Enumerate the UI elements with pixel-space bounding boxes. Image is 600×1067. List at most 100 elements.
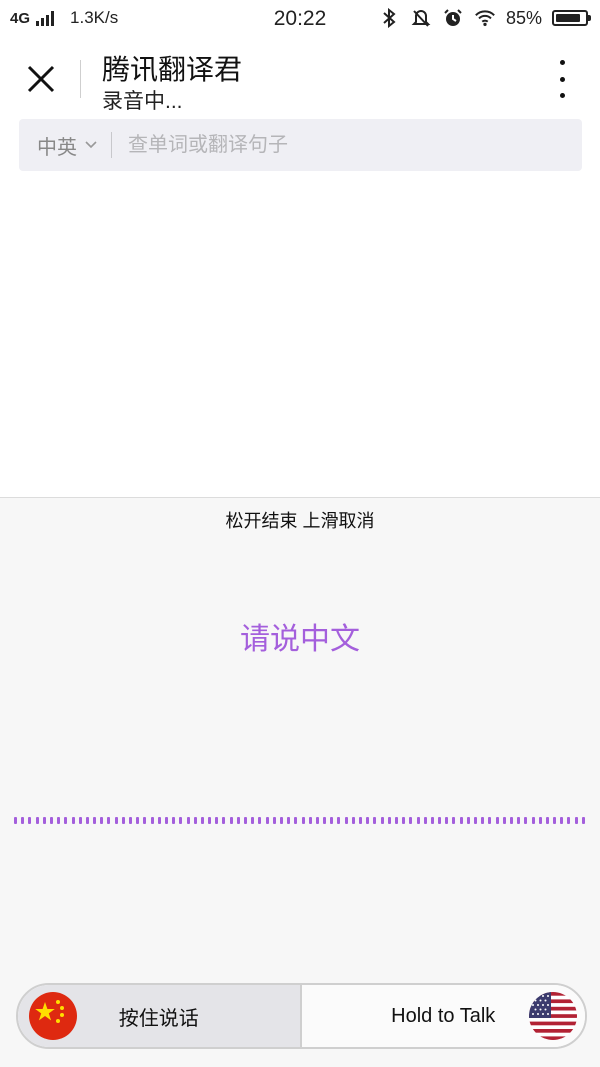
waveform-bar [57, 816, 61, 824]
recording-hint: 松开结束 上滑取消 [225, 511, 375, 531]
more-options-button[interactable] [546, 60, 578, 98]
waveform-bar [193, 816, 197, 824]
waveform-bar [265, 816, 269, 824]
waveform-bar [581, 816, 585, 824]
status-bar: 4G 1.3K/s 20:22 85% [0, 0, 600, 40]
waveform-bar [229, 816, 233, 824]
app-header: 腾讯翻译君 录音中... [0, 40, 600, 118]
waveform-bar [560, 816, 564, 824]
waveform-bar [164, 816, 168, 824]
more-dot [559, 93, 565, 98]
waveform-bar [323, 816, 327, 824]
waveform-bar [200, 816, 204, 824]
more-dot [559, 60, 565, 65]
language-label: 中英 [37, 136, 77, 159]
status-right: 85% [378, 7, 591, 29]
waveform-bar [567, 816, 571, 824]
talk-control: 按住说话 Hold to Talk [16, 983, 587, 1049]
close-icon [27, 65, 55, 93]
waveform-bar [251, 816, 255, 824]
waveform-bar [157, 816, 161, 824]
waveform-bar [387, 816, 391, 824]
waveform-bar [35, 816, 39, 824]
status-left: 4G 1.3K/s [10, 8, 118, 28]
notification-off-icon [410, 7, 432, 29]
waveform-bar [366, 816, 370, 824]
search-separator [111, 132, 112, 158]
waveform-bar [21, 816, 25, 824]
page-title: 腾讯翻译君 [102, 54, 243, 85]
chevron-down-icon [85, 141, 97, 149]
waveform-bar [574, 816, 578, 824]
waveform-bar [430, 816, 434, 824]
waveform-bar [100, 816, 104, 824]
waveform-bar [474, 816, 477, 824]
waveform-bar [301, 816, 305, 824]
waveform-bar [402, 816, 406, 824]
battery-icon [552, 10, 591, 26]
search-input[interactable] [126, 132, 582, 158]
recording-status: 录音中... [102, 90, 183, 113]
waveform-bar [28, 816, 32, 824]
waveform-bar [208, 816, 212, 824]
close-button[interactable] [20, 58, 62, 100]
waveform-bar [150, 816, 154, 824]
waveform-bar [78, 816, 82, 824]
talk-right-label: Hold to Talk [391, 1004, 496, 1027]
waveform-bar [481, 816, 485, 824]
waveform-bar [236, 816, 240, 824]
us-flag-icon [529, 992, 577, 1040]
wifi-icon [474, 7, 496, 29]
waveform-bar [495, 816, 499, 824]
waveform-bar [409, 816, 413, 824]
waveform-bar [272, 816, 276, 824]
waveform-bar [258, 816, 262, 824]
waveform-bar [351, 816, 355, 824]
waveform-bar [215, 816, 219, 824]
talk-left-label: 按住说话 [118, 1007, 199, 1030]
waveform-bar [121, 816, 125, 824]
waveform-bar [394, 816, 398, 824]
waveform-bar [179, 816, 183, 824]
waveform-bar [85, 816, 89, 824]
waveform-bar [287, 816, 291, 824]
waveform-bar [222, 816, 226, 824]
header-divider [80, 60, 81, 98]
speak-prompt: 请说中文 [240, 623, 360, 656]
waveform-bar [488, 816, 492, 824]
waveform-bar [244, 816, 247, 824]
waveform-bar [330, 816, 334, 824]
signal-icon [36, 10, 55, 26]
waveform-bar [279, 816, 283, 824]
china-flag-icon [29, 992, 77, 1040]
waveform-bar [129, 816, 132, 824]
waveform-bar [308, 816, 312, 824]
waveform-bar [14, 816, 17, 824]
waveform-bar [466, 816, 470, 824]
waveform-bar [517, 816, 521, 824]
hold-to-talk-english-button[interactable]: Hold to Talk [301, 985, 585, 1047]
waveform-bar [452, 816, 456, 824]
waveform-bar [509, 816, 513, 824]
waveform-bar [459, 816, 463, 824]
network-type: 4G [10, 9, 31, 27]
waveform-bar [136, 816, 140, 824]
language-selector[interactable]: 中英 [37, 131, 97, 160]
hold-to-talk-chinese-button[interactable]: 按住说话 [18, 985, 302, 1047]
waveform-bar [553, 816, 557, 824]
waveform-bar [423, 816, 427, 824]
waveform-bar [49, 816, 53, 824]
waveform-bar [344, 816, 348, 824]
waveform-bar [538, 816, 542, 824]
network-speed: 1.3K/s [70, 8, 119, 27]
waveform-bar [524, 816, 528, 824]
battery-percent: 85% [505, 7, 542, 28]
waveform-bar [373, 816, 377, 824]
waveform-bar [438, 816, 442, 824]
waveform-bar [107, 816, 111, 824]
waveform-bar [380, 816, 384, 824]
waveform-bar [445, 816, 449, 824]
waveform-bar [416, 816, 420, 824]
waveform-bar [545, 816, 549, 824]
more-dot [559, 76, 565, 82]
